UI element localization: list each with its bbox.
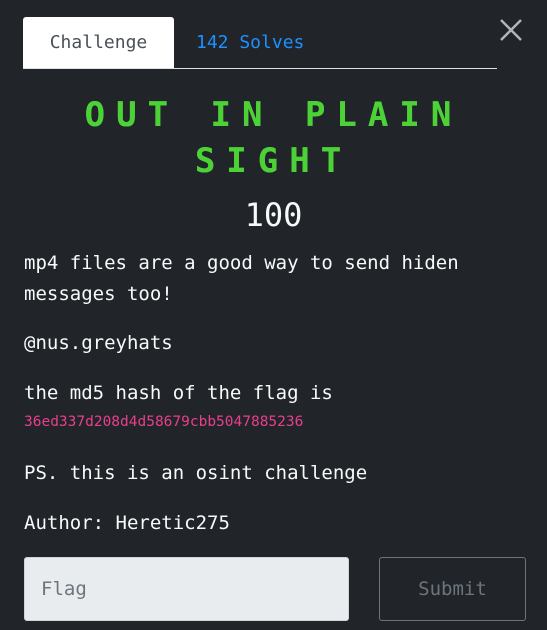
description-text: the md5 hash of the flag is [24,382,333,404]
description-text: mp4 files are a good way to send hiden m… [24,252,471,305]
description-text: @nus.greyhats [24,332,173,354]
challenge-title-line: SIGHT [194,141,353,181]
close-icon [500,19,522,41]
submit-button[interactable]: Submit [379,557,526,621]
author-text: Author: Heretic275 [24,512,230,534]
md5-hash: 36ed337d208d4d58679cbb5047885236 [24,414,304,430]
challenge-points: 100 [244,196,303,234]
challenge-title-line: OUT IN PLAIN [84,95,463,135]
challenge-title: OUT IN PLAIN SIGHT [0,92,547,184]
tab-bar: Challenge 142 Solves [23,17,497,69]
description-text: PS. this is an osint challenge [24,462,368,484]
challenge-modal: Challenge 142 Solves OUT IN PLAIN SIGHT … [0,0,547,630]
flag-input[interactable] [24,557,349,621]
tab-challenge[interactable]: Challenge [23,17,174,68]
tab-solves[interactable]: 142 Solves [174,17,326,68]
close-button[interactable] [497,16,525,44]
